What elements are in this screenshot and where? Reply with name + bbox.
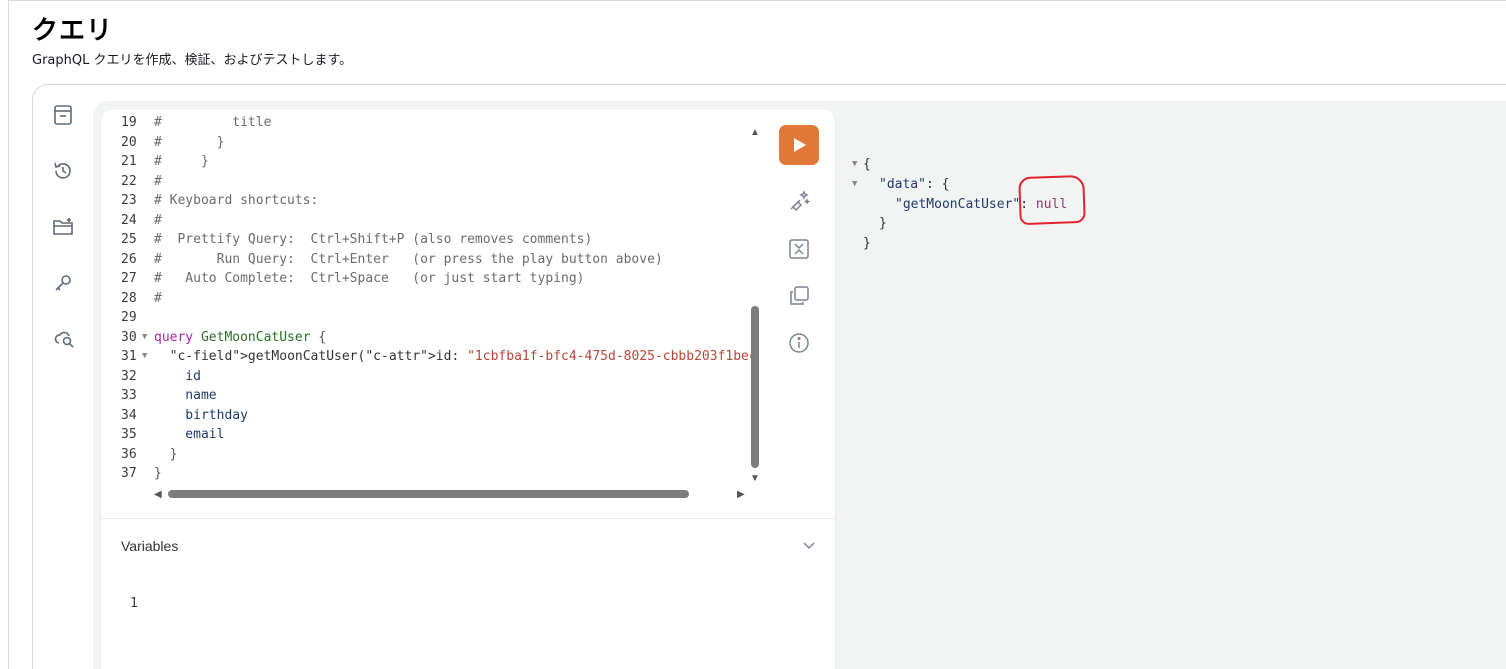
chevron-down-icon[interactable] <box>801 537 817 558</box>
code-text: birthday <box>154 407 248 423</box>
code-line: 32 id <box>101 367 751 387</box>
code-text: # } <box>154 134 225 150</box>
line-number: 30 <box>121 329 137 345</box>
line-number: 34 <box>121 407 137 423</box>
line-number: 19 <box>121 115 137 130</box>
code-line: 36 } <box>101 445 751 465</box>
query-editor[interactable]: 19 # title 20 # } 21 # } 22 #23 # Keyboard short… <box>101 115 751 487</box>
fold-arrow-icon[interactable]: ▼ <box>142 347 147 367</box>
json-close-brace-outer: } <box>863 236 871 251</box>
code-line: 26 # Run Query: Ctrl+Enter (or press the … <box>101 250 751 270</box>
line-number: 23 <box>121 193 137 208</box>
fold-arrow-icon[interactable]: ▼ <box>142 328 147 348</box>
line-number: 31 <box>121 349 137 364</box>
code-line: 34 birthday <box>101 406 751 426</box>
line-number: 20 <box>121 134 137 150</box>
code-text: id <box>154 368 201 384</box>
scroll-left-arrow-icon[interactable]: ◀ <box>154 489 162 500</box>
code-line: 28 # <box>101 289 751 309</box>
folder-add-icon[interactable] <box>50 214 76 240</box>
code-line: 20 # } <box>101 133 751 153</box>
prettify-icon[interactable] <box>786 188 812 214</box>
page-title: クエリ <box>32 16 114 46</box>
json-key-data: "data" <box>879 177 926 192</box>
fold-arrow-icon[interactable]: ▼ <box>852 159 857 169</box>
copy-icon[interactable] <box>786 283 812 309</box>
code-line: 30 ▼ query GetMoonCatUser { <box>101 328 751 348</box>
line-number: 32 <box>121 368 137 384</box>
line-number: 24 <box>121 212 137 228</box>
code-text: # Prettify Query: Ctrl+Shift+P (also rem… <box>154 232 593 247</box>
line-number: 21 <box>121 154 137 169</box>
scroll-down-arrow-icon[interactable]: ▼ <box>750 473 760 484</box>
code-line: 33 name <box>101 386 751 406</box>
code-text: # <box>154 212 162 228</box>
line-number: 35 <box>121 427 137 442</box>
vertical-scrollbar[interactable] <box>751 306 759 468</box>
code-text: email <box>154 427 225 442</box>
variables-line-number: 1 <box>130 596 138 611</box>
json-close-brace-inner: } <box>879 216 887 231</box>
code-line: 24 # <box>101 211 751 231</box>
line-number: 33 <box>121 388 137 403</box>
search-cloud-icon[interactable] <box>52 326 78 352</box>
json-key-getmooncatuser: "getMoonCatUser" <box>895 197 1021 212</box>
code-line: 31 ▼ "c-field">getMoonCatUser("c-attr">id… <box>101 347 751 367</box>
line-number: 36 <box>121 446 137 462</box>
code-line: 35 email <box>101 425 751 445</box>
code-line: 37} <box>101 464 751 484</box>
line-number: 37 <box>121 466 137 481</box>
red-highlight-annotation <box>1018 174 1086 226</box>
variables-divider <box>101 518 835 519</box>
code-text: } <box>154 446 178 462</box>
fold-arrow-icon[interactable]: ▼ <box>852 179 857 189</box>
code-line: 23 # Keyboard shortcuts: <box>101 191 751 211</box>
code-text: # Run Query: Ctrl+Enter (or press the pl… <box>154 251 663 267</box>
merge-icon[interactable] <box>786 236 812 262</box>
scroll-up-arrow-icon[interactable]: ▲ <box>750 127 760 138</box>
line-number: 28 <box>121 290 137 306</box>
code-line: 27 # Auto Complete: Ctrl+Space (or just s… <box>101 269 751 289</box>
play-icon <box>794 138 806 152</box>
code-text: # <box>154 290 162 306</box>
code-text: # <box>154 173 162 189</box>
key-icon[interactable] <box>50 270 76 296</box>
code-text: # Keyboard shortcuts: <box>154 193 319 208</box>
code-text: # } <box>154 154 209 169</box>
docs-icon[interactable] <box>50 102 76 128</box>
run-query-button[interactable] <box>779 125 819 165</box>
json-open-brace: { <box>863 157 871 172</box>
line-number: 25 <box>121 232 137 247</box>
history-icon[interactable] <box>50 158 76 184</box>
code-line: 19 # title <box>101 115 751 133</box>
code-text: # Auto Complete: Ctrl+Space (or just sta… <box>154 271 585 286</box>
info-icon[interactable] <box>786 330 812 356</box>
page-subtitle: GraphQL クエリを作成、検証、およびテストします。 <box>32 53 353 68</box>
line-number: 29 <box>121 310 137 325</box>
scroll-right-arrow-icon[interactable]: ▶ <box>737 489 745 500</box>
code-text: name <box>154 388 217 403</box>
code-text: # title <box>154 115 272 130</box>
variables-tab[interactable]: Variables <box>121 538 178 554</box>
code-line: 22 # <box>101 172 751 192</box>
code-text: "c-field">getMoonCatUser("c-attr">id: "1… <box>169 349 751 364</box>
horizontal-scrollbar[interactable] <box>168 490 689 498</box>
code-line: 25 # Prettify Query: Ctrl+Shift+P (also r… <box>101 230 751 250</box>
code-line: 29 <box>101 308 751 328</box>
line-number: 22 <box>121 173 137 189</box>
line-number: 27 <box>121 271 137 286</box>
code-text: query GetMoonCatUser { <box>154 329 327 345</box>
line-number: 26 <box>121 251 137 267</box>
code-line: 21 # } <box>101 152 751 172</box>
code-text: } <box>154 466 162 481</box>
